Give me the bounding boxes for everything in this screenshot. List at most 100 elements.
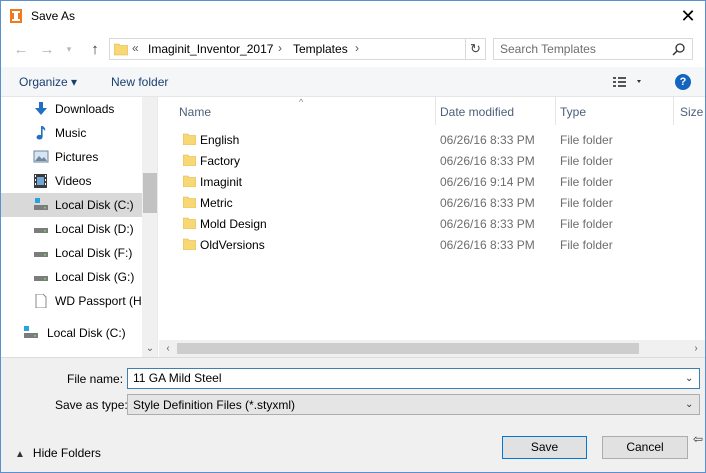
file-row-metric[interactable]: Metric 06/26/16 8:33 PM File folder	[159, 192, 689, 213]
scroll-down-icon[interactable]: ⌄	[143, 343, 157, 355]
filename-label: File name:	[67, 372, 124, 386]
arrow-right-icon: →	[39, 40, 55, 58]
drive-icon	[34, 276, 48, 281]
drive-icon	[34, 198, 48, 210]
nav-item-downloads[interactable]: Downloads	[1, 97, 142, 121]
savetype-label: Save as type:	[55, 398, 128, 412]
breadcrumb-separator[interactable]: ›	[278, 41, 282, 55]
column-header-date-modified[interactable]: Date modified	[436, 97, 555, 125]
save-as-dialog: Save As ✕ ← → ▾ ↑ « Imaginit_Inventor_20…	[0, 0, 706, 473]
window-title: Save As	[31, 9, 76, 23]
refresh-icon: ↻	[470, 41, 481, 56]
back-button[interactable]: ←	[11, 39, 31, 59]
nav-item-local-disk-d[interactable]: Local Disk (D:)	[1, 217, 142, 241]
nav-item-label: WD Passport (H:	[55, 294, 146, 308]
nav-item-label: Local Disk (D:)	[55, 222, 134, 236]
recent-locations-button[interactable]: ▾	[59, 39, 79, 59]
nav-item-music[interactable]: Music	[1, 121, 142, 145]
nav-item-wd-passport[interactable]: WD Passport (H:	[1, 289, 146, 313]
nav-item-label: Local Disk (G:)	[55, 270, 135, 284]
file-type: File folder	[560, 154, 613, 168]
file-row-factory[interactable]: Factory 06/26/16 8:33 PM File folder	[159, 150, 689, 171]
filename-input[interactable]	[133, 371, 673, 385]
nav-item-network-local-disk-c[interactable]: Local Disk (C:)	[1, 321, 142, 345]
download-icon	[35, 102, 47, 115]
forward-button[interactable]: →	[37, 39, 57, 59]
file-row-imaginit[interactable]: Imaginit 06/26/16 9:14 PM File folder	[159, 171, 689, 192]
file-type: File folder	[560, 217, 613, 231]
title-bar: Save As ✕	[1, 1, 705, 31]
hide-folders-label: Hide Folders	[32, 446, 101, 460]
file-date: 06/26/16 8:33 PM	[440, 154, 535, 168]
file-drive-icon	[35, 294, 47, 308]
cursor-icon: ⇦	[692, 432, 703, 446]
arrow-left-icon: ←	[13, 40, 29, 58]
nav-item-videos[interactable]: Videos	[1, 169, 142, 193]
folder-icon	[183, 238, 196, 250]
search-box[interactable]	[493, 38, 693, 60]
file-row-mold-design[interactable]: Mold Design 06/26/16 8:33 PM File folder	[159, 213, 689, 234]
nav-item-local-disk-f[interactable]: Local Disk (F:)	[1, 241, 142, 265]
horizontal-scrollbar-thumb[interactable]	[177, 343, 639, 354]
nav-scrollbar-thumb[interactable]	[143, 173, 157, 213]
file-date: 06/26/16 8:33 PM	[440, 217, 535, 231]
nav-item-pictures[interactable]: Pictures	[1, 145, 142, 169]
hide-folders-button[interactable]: ▲ Hide Folders	[15, 446, 101, 460]
cancel-button[interactable]: Cancel	[602, 436, 688, 459]
nav-scrollbar[interactable]: ⌄	[142, 97, 157, 357]
breadcrumb-separator[interactable]: ›	[355, 41, 359, 55]
address-bar[interactable]: « Imaginit_Inventor_2017 › Templates › ↻	[109, 38, 486, 60]
file-name: Factory	[200, 154, 241, 168]
filename-combobox[interactable]: ⌄	[127, 368, 700, 389]
breadcrumb-imaginit-inventor[interactable]: Imaginit_Inventor_2017	[148, 42, 273, 56]
chevron-up-icon: ▲	[15, 449, 25, 460]
music-icon	[36, 126, 46, 140]
search-input[interactable]	[500, 42, 670, 56]
search-icon	[672, 43, 685, 56]
file-name: Metric	[200, 196, 233, 210]
file-type: File folder	[560, 175, 613, 189]
file-date: 06/26/16 8:33 PM	[440, 196, 535, 210]
file-list: Name ^ Date modified Type Size English 0…	[159, 97, 705, 357]
file-row-oldversions[interactable]: OldVersions 06/26/16 8:33 PM File folder	[159, 234, 689, 255]
nav-item-label: Music	[55, 126, 87, 140]
file-row-english[interactable]: English 06/26/16 8:33 PM File folder	[159, 129, 689, 150]
up-button[interactable]: ↑	[85, 39, 105, 59]
file-type: File folder	[560, 196, 613, 210]
save-form: File name: ⌄ Save as type: Style Definit…	[1, 357, 705, 472]
nav-item-local-disk-c[interactable]: Local Disk (C:)	[1, 193, 142, 217]
nav-item-label: Local Disk (F:)	[55, 246, 133, 260]
horizontal-scrollbar[interactable]: ‹ ›	[159, 340, 705, 357]
change-view-icon[interactable]	[613, 75, 643, 89]
file-date: 06/26/16 9:14 PM	[440, 175, 535, 189]
nav-item-label: Videos	[55, 174, 92, 188]
breadcrumb-templates[interactable]: Templates	[293, 42, 348, 56]
folder-icon	[183, 196, 196, 208]
file-date: 06/26/16 8:33 PM	[440, 238, 535, 252]
refresh-button[interactable]: ↻	[465, 39, 485, 59]
nav-item-label: Pictures	[55, 150, 99, 164]
save-button[interactable]: Save	[502, 436, 587, 459]
new-folder-button[interactable]: New folder	[111, 75, 168, 89]
savetype-select[interactable]: Style Definition Files (*.styxml) ⌄	[127, 394, 700, 415]
nav-item-local-disk-g[interactable]: Local Disk (G:)	[1, 265, 142, 289]
drive-icon	[34, 252, 48, 257]
close-button[interactable]: ✕	[671, 1, 705, 31]
navigation-pane: Downloads Music Pictures Videos Local Di…	[1, 97, 158, 357]
chevron-down-icon[interactable]: ⌄	[685, 373, 695, 384]
nav-item-label: Downloads	[55, 102, 115, 116]
scroll-left-icon[interactable]: ‹	[161, 342, 175, 355]
column-header-name[interactable]: Name	[159, 97, 435, 125]
file-date: 06/26/16 8:33 PM	[440, 133, 535, 147]
organize-button[interactable]: Organize ▾	[19, 75, 77, 89]
folder-icon	[183, 175, 196, 187]
column-header-type[interactable]: Type	[556, 97, 673, 125]
scroll-right-icon[interactable]: ›	[689, 342, 703, 355]
file-name: OldVersions	[200, 238, 265, 252]
column-header-size[interactable]: Size	[674, 97, 705, 125]
help-icon[interactable]: ?	[675, 74, 691, 90]
chevron-down-icon[interactable]: ⌄	[685, 399, 695, 410]
file-type: File folder	[560, 133, 613, 147]
breadcrumb-overflow[interactable]: «	[132, 41, 139, 55]
folder-icon	[183, 217, 196, 229]
